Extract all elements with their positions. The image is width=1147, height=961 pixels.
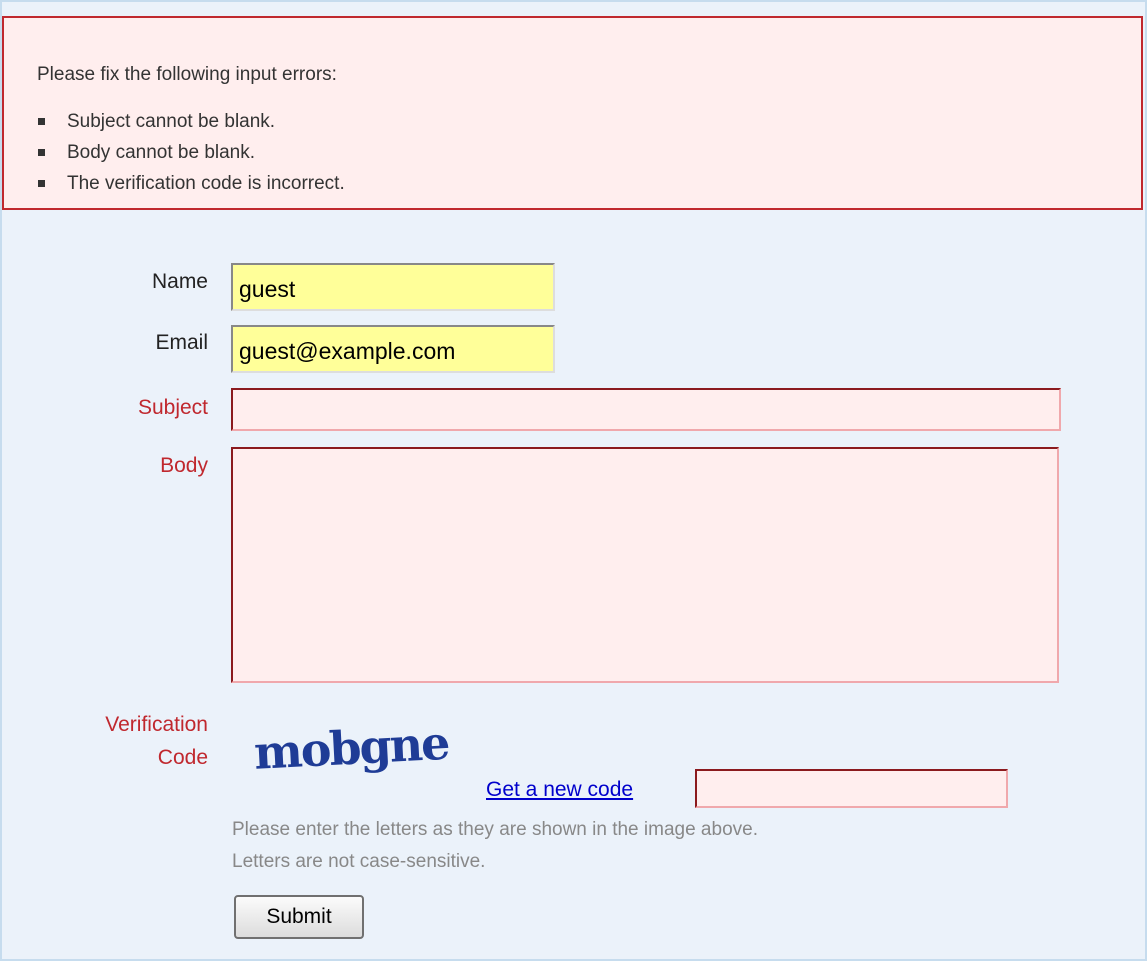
verification-code-label: Verification Code [105, 708, 208, 774]
error-list: Subject cannot be blank. Body cannot be … [37, 106, 345, 199]
bullet-icon [38, 180, 45, 187]
contact-form-panel: Please fix the following input errors: S… [0, 0, 1147, 961]
verification-hint-case: Letters are not case-sensitive. [232, 851, 486, 872]
error-summary-heading: Please fix the following input errors: [37, 64, 337, 85]
error-item-text: Body cannot be blank. [67, 142, 256, 163]
error-item: The verification code is incorrect. [37, 168, 345, 199]
verification-label-line: Code [157, 746, 208, 769]
verification-label-line: Verification [105, 713, 208, 736]
captcha-text: mobgne [253, 716, 451, 780]
body-label: Body [160, 454, 208, 477]
name-label: Name [151, 270, 208, 293]
error-item-text: The verification code is incorrect. [67, 173, 345, 194]
bullet-icon [38, 149, 45, 156]
captcha-image: mobgne [253, 716, 451, 780]
name-input[interactable] [231, 263, 555, 311]
bullet-icon [38, 118, 45, 125]
verification-hint: Please enter the letters as they are sho… [232, 819, 758, 840]
verification-code-input[interactable] [695, 769, 1008, 808]
error-item: Subject cannot be blank. [37, 106, 345, 137]
error-item-text: Subject cannot be blank. [67, 111, 276, 132]
subject-input[interactable] [231, 388, 1061, 431]
get-new-code-link[interactable]: Get a new code [486, 778, 633, 802]
body-textarea[interactable] [231, 447, 1059, 683]
email-label: Email [155, 331, 208, 354]
error-item: Body cannot be blank. [37, 137, 345, 168]
email-input[interactable] [231, 325, 555, 373]
error-summary: Please fix the following input errors: S… [2, 16, 1143, 210]
submit-button[interactable]: Submit [234, 895, 364, 939]
subject-label: Subject [137, 396, 208, 419]
